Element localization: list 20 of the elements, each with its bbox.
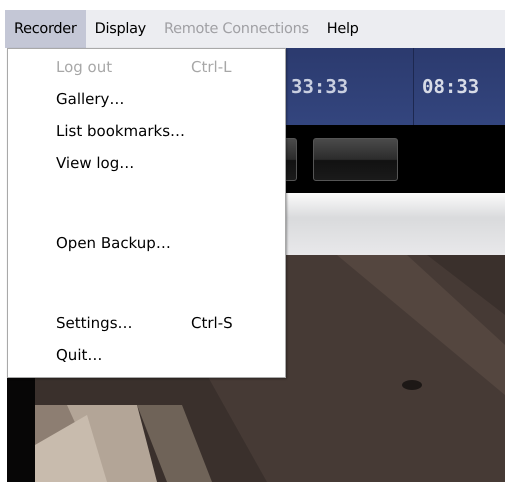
menu-item-label: Open Backup… [56,234,172,252]
toolbar-button[interactable] [313,138,398,180]
menu-item[interactable]: Gallery… [8,83,285,115]
menu-bar-item[interactable]: Help [318,10,368,48]
menu-bar-item[interactable]: Display [86,10,155,48]
menu-item-label: List bookmarks… [56,122,186,140]
menu-item-label: Settings… [56,314,134,332]
menu-item[interactable]: Quit… [8,339,285,371]
shortcut-label: Ctrl-L [191,58,232,76]
time-label: 08:33 [421,74,480,100]
menu-item-label: Quit… [56,346,104,364]
menu-item[interactable]: View log… [8,147,285,179]
menu-item[interactable]: List bookmarks… [8,115,285,147]
menu-item[interactable]: Settings… Ctrl-S [8,307,285,339]
menu-item-label: Log out [56,58,114,76]
menu-bar-item[interactable]: Recorder [5,10,86,48]
menu-item[interactable]: Open Backup… [8,227,285,259]
menu-item-label: View log… [56,154,136,172]
shortcut-label: Ctrl-S [191,314,233,332]
menu-item-label: Gallery… [56,90,126,108]
